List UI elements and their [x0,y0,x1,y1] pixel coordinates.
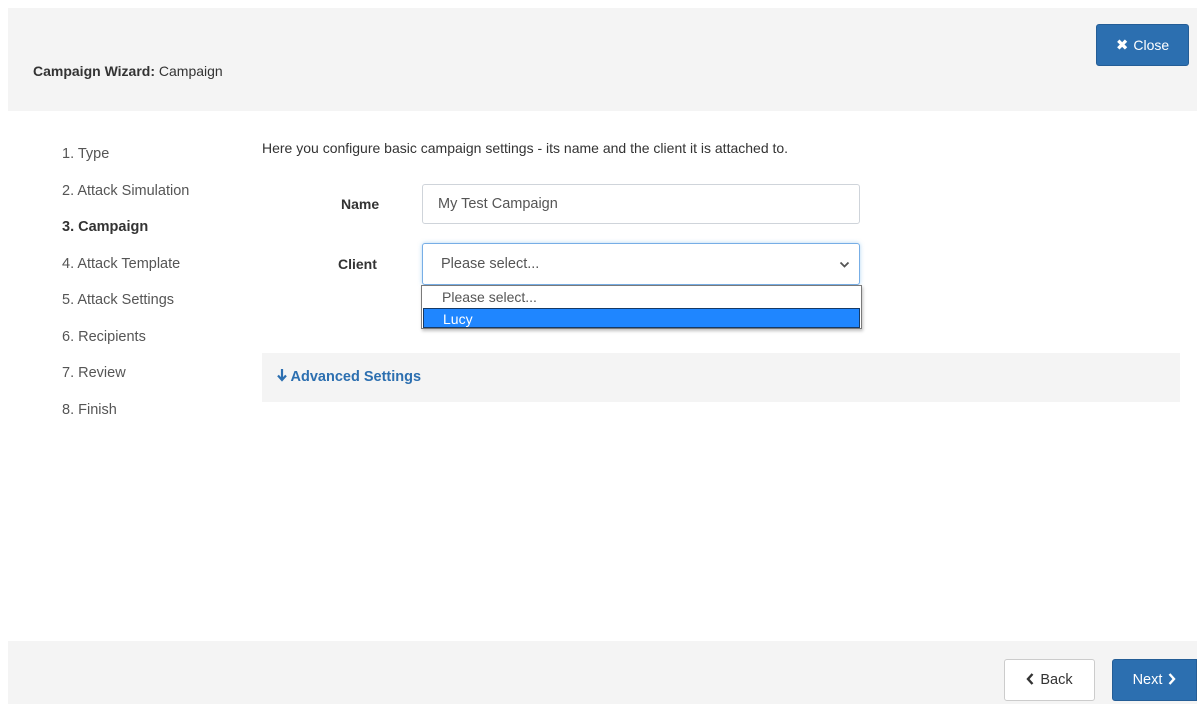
wizard-header: Campaign Wizard: Campaign [8,8,1197,111]
page-title-prefix: Campaign Wizard: [33,63,155,79]
step-review: 7. Review [62,365,126,381]
next-button-label: Next [1132,672,1163,688]
chevron-left-icon [1026,672,1034,688]
step-attack-template: 4. Attack Template [62,255,181,272]
client-dropdown-list: Please select... Lucy [421,285,862,329]
client-select-value: Please select... [441,256,540,272]
arrow-down-icon [277,369,291,385]
close-button[interactable]: ✖ Close [1096,24,1189,66]
page-title-step: Campaign [158,63,223,79]
page-title: Campaign Wizard: Campaign [33,63,223,79]
step-attack-settings: 5. Attack Settings [62,292,175,308]
name-input[interactable]: My Test Campaign [422,184,860,224]
advanced-settings-label: Advanced Settings [290,369,422,385]
close-button-label: Close [1133,37,1170,53]
intro-text: Here you configure basic campaign settin… [262,140,789,156]
step-attack-simulation: 2. Attack Simulation [62,182,190,199]
wizard-steps: 1. Type 2. Attack Simulation 3. Campaign… [62,138,189,430]
step-campaign: 3. Campaign [62,219,149,235]
advanced-settings-toggle[interactable]: Advanced Settings [277,369,421,385]
next-button[interactable]: Next [1112,659,1197,701]
step-type: 1. Type [62,146,110,162]
campaign-wizard: Campaign Wizard: Campaign ✖ Close 1. Typ… [0,0,1197,704]
back-button[interactable]: Back [1004,659,1095,701]
step-finish: 8. Finish [62,401,117,418]
client-option-lucy[interactable]: Lucy [423,308,860,328]
client-option-please-select[interactable]: Please select... [423,287,860,307]
client-select[interactable]: Please select... [422,243,860,285]
name-label: Name [341,196,380,212]
times-icon: ✖ [1115,37,1129,54]
chevron-right-icon [1168,672,1177,688]
step-recipients: 6. Recipients [62,328,146,345]
client-label: Client [338,256,377,272]
advanced-settings-panel: Advanced Settings [262,353,1180,402]
back-button-label: Back [1040,672,1073,688]
